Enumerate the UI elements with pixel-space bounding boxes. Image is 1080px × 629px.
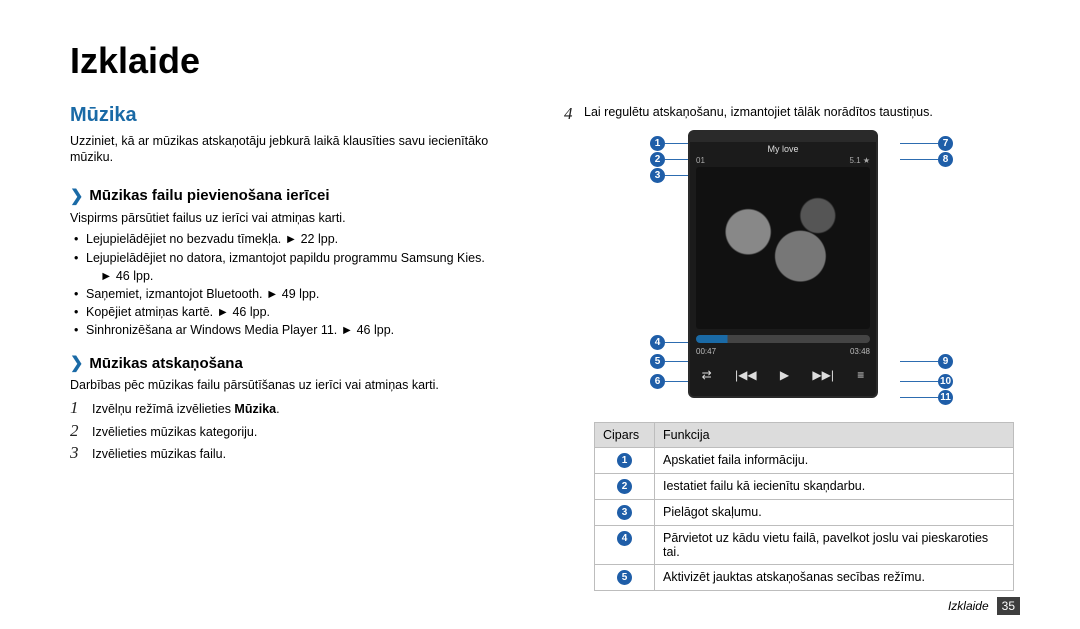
callout-10: 10	[938, 374, 953, 389]
phone-track-rating: 5.1 ★	[849, 156, 870, 165]
table-row: 1 Apskatiet faila informāciju.	[595, 448, 1014, 474]
phone-progress	[696, 335, 870, 343]
subhead-label: Mūzikas failu pievienošana ierīcei	[89, 187, 329, 204]
bullet-item: Kopējiet atmiņas kartē. ► 46 lpp.	[74, 303, 514, 321]
footer-page: 35	[997, 597, 1020, 615]
sub1-lead: Vispirms pārsūtiet failus uz ierīci vai …	[70, 210, 514, 227]
list-icon: ≡	[857, 368, 864, 382]
rownum-2: 2	[617, 479, 632, 494]
rowfunc: Pielāgot skaļumu.	[655, 500, 1014, 526]
bullet-text: Lejupielādējiet no datora, izmantojot pa…	[86, 251, 485, 265]
callout-4: 4	[650, 335, 665, 350]
step-number: 2	[70, 421, 84, 441]
prev-icon: |◀◀	[735, 368, 757, 382]
subhead-label: Mūzikas atskaņošana	[89, 355, 242, 372]
chevron-icon: ❯	[70, 186, 83, 206]
callout-5: 5	[650, 354, 665, 369]
step-number: 4	[564, 104, 578, 124]
page-footer: Izklaide 35	[948, 597, 1020, 615]
page-title: Izklaide	[70, 40, 1020, 82]
bullet-item: Sinhronizēšana ar Windows Media Player 1…	[74, 321, 514, 339]
rownum-3: 3	[617, 505, 632, 520]
rownum-4: 4	[617, 531, 632, 546]
callout-2: 2	[650, 152, 665, 167]
phone-time-elapsed: 00:47	[696, 347, 716, 356]
footer-section: Izklaide	[948, 599, 989, 613]
table-row: 4 Pārvietot uz kādu vietu failā, pavelko…	[595, 526, 1014, 565]
step-row: 2 Izvēlieties mūzikas kategoriju.	[70, 421, 514, 442]
step-number: 1	[70, 398, 84, 418]
callout-3: 3	[650, 168, 665, 183]
bullet-item: Lejupielādējiet no datora, izmantojot pa…	[74, 249, 514, 285]
bullet-pageref: ► 46 lpp.	[100, 269, 153, 283]
step-text: Lai regulētu atskaņošanu, izmantojiet tā…	[584, 104, 933, 122]
rowfunc: Pārvietot uz kādu vietu failā, pavelkot …	[655, 526, 1014, 565]
right-column: 4 Lai regulētu atskaņošanu, izmantojiet …	[564, 104, 1020, 591]
section-heading: Mūzika	[70, 104, 514, 127]
next-icon: ▶▶|	[812, 368, 834, 382]
subhead-playback: ❯ Mūzikas atskaņošana	[70, 353, 514, 373]
callout-1: 1	[650, 136, 665, 151]
callout-9: 9	[938, 354, 953, 369]
phone-statusbar	[690, 132, 876, 142]
rowfunc: Apskatiet faila informāciju.	[655, 448, 1014, 474]
section-intro: Uzziniet, kā ar mūzikas atskaņotāju jebk…	[70, 133, 514, 166]
bullet-list: Lejupielādējiet no bezvadu tīmekļa. ► 22…	[70, 230, 514, 339]
table-row: 2 Iestatiet failu kā iecienītu skaņdarbu…	[595, 474, 1014, 500]
callout-8: 8	[938, 152, 953, 167]
phone-controls: ⇄ |◀◀ ▶ ▶▶| ≡	[690, 358, 876, 392]
step-text: Izvēlņu režīmā izvēlieties Mūzika.	[92, 401, 280, 419]
table-row: 5 Aktivizēt jauktas atskaņošanas secības…	[595, 565, 1014, 591]
phone-time-total: 03:48	[850, 347, 870, 356]
phone-mock: My love 01 5.1 ★ 00:47 03:48 ⇄ |◀◀ ▶ ▶▶|…	[688, 130, 878, 398]
phone-track-num: 01	[696, 156, 705, 165]
callout-6: 6	[650, 374, 665, 389]
step-text: Izvēlieties mūzikas kategoriju.	[92, 424, 257, 442]
rownum-1: 1	[617, 453, 632, 468]
phone-diagram: 1 2 3 4 5 6 My love 01 5.1 ★ 00:47 03:48	[600, 130, 1020, 410]
step-text: Izvēlieties mūzikas failu.	[92, 446, 226, 464]
step-number: 3	[70, 443, 84, 463]
phone-track-title: My love	[690, 142, 876, 156]
step-row: 1 Izvēlņu režīmā izvēlieties Mūzika.	[70, 398, 514, 419]
callout-11: 11	[938, 390, 953, 405]
table-row: 3 Pielāgot skaļumu.	[595, 500, 1014, 526]
subhead-add-files: ❯ Mūzikas failu pievienošana ierīcei	[70, 186, 514, 206]
chevron-icon: ❯	[70, 353, 83, 373]
rownum-5: 5	[617, 570, 632, 585]
bullet-item: Lejupielādējiet no bezvadu tīmekļa. ► 22…	[74, 230, 514, 248]
bullet-item: Saņemiet, izmantojot Bluetooth. ► 49 lpp…	[74, 285, 514, 303]
shuffle-icon: ⇄	[702, 368, 712, 382]
th-funkcija: Funkcija	[655, 423, 1014, 448]
phone-album-art	[696, 167, 870, 329]
function-table: Cipars Funkcija 1 Apskatiet faila inform…	[594, 422, 1014, 591]
rowfunc: Aktivizēt jauktas atskaņošanas secības r…	[655, 565, 1014, 591]
th-cipars: Cipars	[595, 423, 655, 448]
step-row: 3 Izvēlieties mūzikas failu.	[70, 443, 514, 464]
play-icon: ▶	[780, 368, 789, 382]
left-column: Mūzika Uzziniet, kā ar mūzikas atskaņotā…	[70, 104, 514, 591]
callout-7: 7	[938, 136, 953, 151]
sub2-lead: Darbības pēc mūzikas failu pārsūtīšanas …	[70, 377, 514, 394]
rowfunc: Iestatiet failu kā iecienītu skaņdarbu.	[655, 474, 1014, 500]
